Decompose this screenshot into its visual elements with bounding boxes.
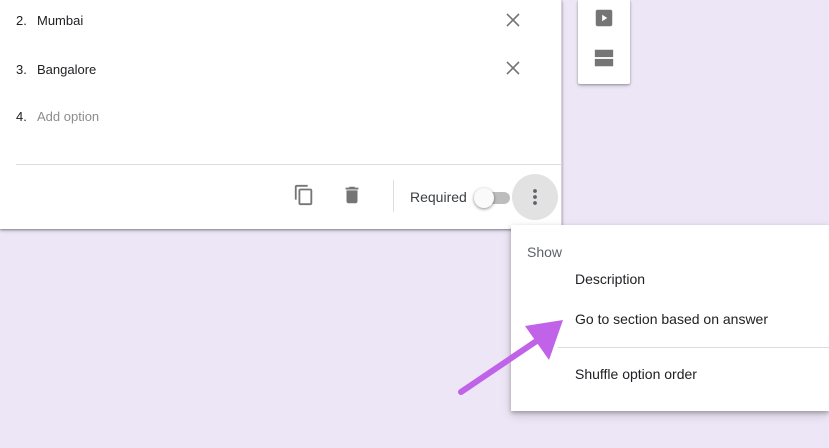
menu-item-go-to-section[interactable]: Go to section based on answer (511, 301, 829, 337)
close-icon (506, 13, 520, 27)
duplicate-button[interactable] (292, 183, 316, 207)
side-toolbar (578, 0, 630, 84)
footer-vertical-divider (393, 180, 394, 212)
remove-option-bangalore-button[interactable] (502, 57, 524, 79)
more-options-menu: Show Description Go to section based on … (511, 225, 829, 411)
delete-button[interactable] (340, 183, 364, 207)
menu-item-description[interactable]: Description (511, 261, 829, 297)
card-footer-divider (16, 164, 562, 165)
option-row-mumbai[interactable]: 2. Mumbai (16, 8, 83, 32)
required-toggle[interactable] (474, 187, 512, 209)
more-options-button[interactable] (512, 174, 558, 220)
menu-item-shuffle-option-order[interactable]: Shuffle option order (511, 356, 829, 392)
option-row-bangalore[interactable]: 3. Bangalore (16, 57, 96, 81)
option-number: 2. (16, 12, 27, 28)
remove-option-mumbai-button[interactable] (502, 9, 524, 31)
option-text[interactable]: Bangalore (37, 62, 96, 77)
option-number: 3. (16, 61, 27, 77)
close-icon (506, 61, 520, 75)
required-label: Required (410, 189, 467, 205)
more-vert-icon (533, 189, 537, 205)
add-video-button[interactable] (592, 6, 616, 30)
question-card: 2. Mumbai 3. Bangalore 4. Add option Req… (0, 0, 562, 229)
copy-icon (294, 184, 313, 206)
add-option-input[interactable]: Add option (37, 109, 99, 124)
option-text[interactable]: Mumbai (37, 13, 83, 28)
trash-icon (345, 186, 359, 204)
option-number: 4. (16, 108, 27, 124)
add-option-row[interactable]: 4. Add option (16, 104, 99, 128)
menu-header-show: Show (527, 244, 563, 260)
video-icon (595, 9, 613, 27)
add-section-button[interactable] (592, 46, 616, 70)
toggle-thumb (474, 188, 494, 208)
section-icon (594, 49, 614, 67)
menu-divider (558, 347, 829, 348)
